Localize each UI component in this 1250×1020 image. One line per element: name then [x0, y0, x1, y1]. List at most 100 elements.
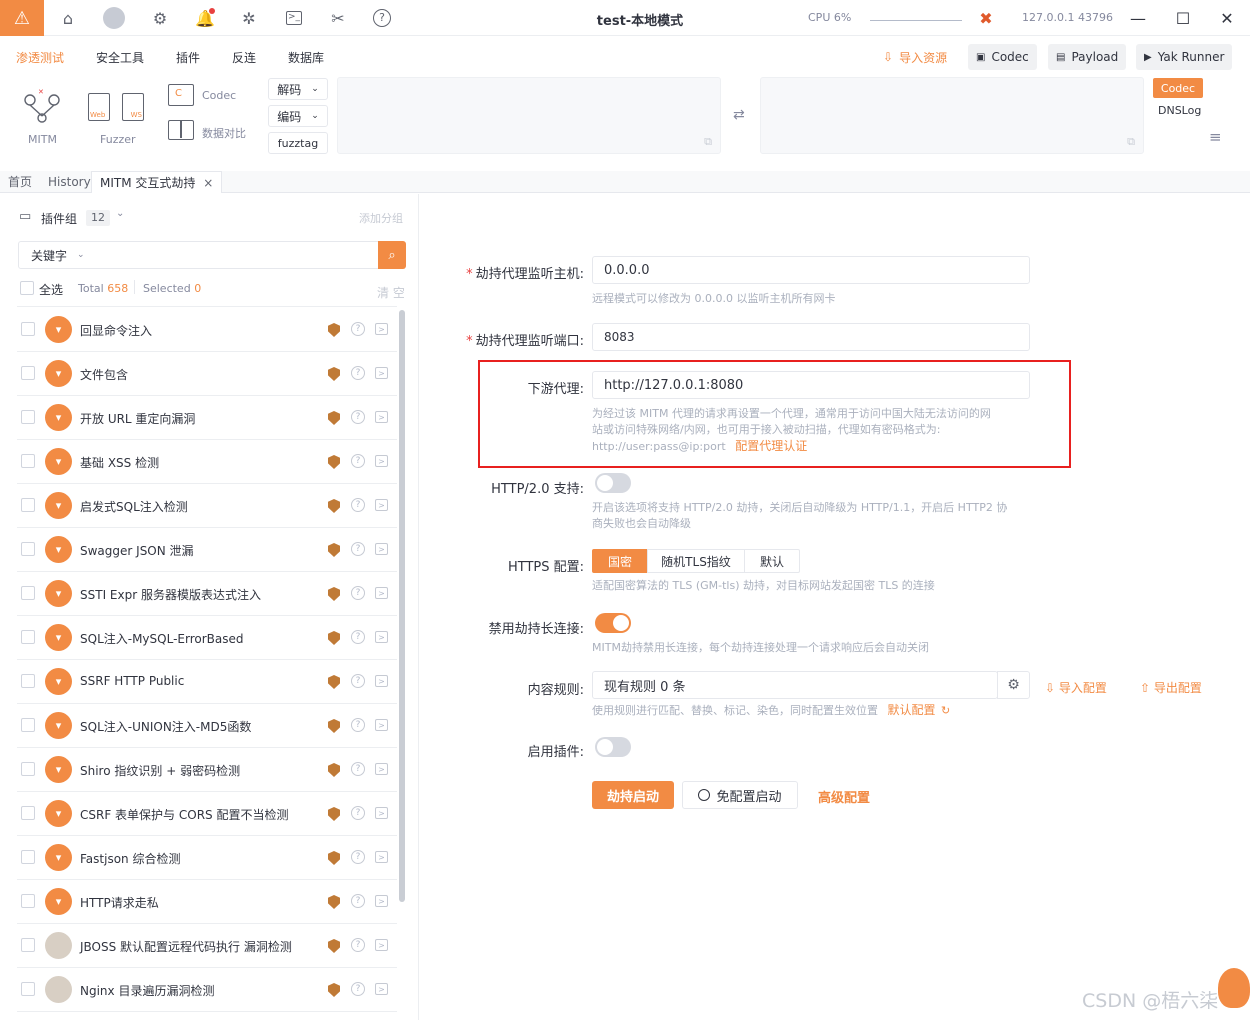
tab-mitm[interactable]: MITM 交互式劫持 × [91, 171, 223, 193]
plugin-help-icon[interactable]: ? [351, 762, 365, 776]
encode-select[interactable]: 编码 ⌄ [268, 105, 328, 127]
content-rules-field[interactable]: 现有规则 0 条 [592, 671, 998, 699]
host-input[interactable]: 0.0.0.0 [592, 256, 1030, 284]
plugin-row[interactable]: ▾ Shiro 指纹识别 + 弱密码检测? > [17, 748, 397, 792]
menu-security-tools[interactable]: 安全工具 [96, 49, 144, 66]
menu-pentest[interactable]: 渗透测试 [16, 49, 64, 66]
keyword-select[interactable]: 关键字 ⌄ [18, 241, 98, 269]
plugin-name[interactable]: CSRF 表单保护与 CORS 配置不当检测 [80, 806, 288, 823]
plugin-help-icon[interactable]: ? [351, 366, 365, 380]
import-config-link[interactable]: ⇩ 导入配置 [1045, 679, 1107, 696]
plugin-checkbox[interactable] [21, 586, 35, 600]
plugin-name[interactable]: 基础 XSS 检测 [80, 454, 159, 471]
clear-link[interactable]: 清 空 [377, 284, 405, 301]
plugin-row[interactable]: JBOSS 默认配置远程代码执行 漏洞检测? > [17, 924, 397, 968]
export-config-link[interactable]: ⇧ 导出配置 [1140, 679, 1202, 696]
swap-icon[interactable]: ⇄ [733, 107, 745, 123]
plugin-help-icon[interactable]: ? [351, 630, 365, 644]
plugin-help-icon[interactable]: ? [351, 894, 365, 908]
plugin-code-icon[interactable]: > [375, 411, 388, 423]
plugin-name[interactable]: 回显命令注入 [80, 322, 152, 339]
minimize-icon[interactable]: — [1125, 6, 1151, 30]
https-option-gm[interactable]: 国密 [592, 549, 648, 573]
close-icon[interactable]: ✕ [1214, 6, 1240, 30]
tools-icon[interactable]: ✂ [326, 6, 350, 30]
plugin-code-icon[interactable]: > [375, 323, 388, 335]
user-avatar-icon[interactable] [102, 6, 126, 30]
bug-icon[interactable]: ✲ [237, 6, 261, 30]
plugin-code-icon[interactable]: > [375, 719, 388, 731]
plugin-row[interactable]: ▾ 启发式SQL注入检测? > [17, 484, 397, 528]
home-icon[interactable]: ⌂ [56, 6, 80, 30]
plugin-name[interactable]: JBOSS 默认配置远程代码执行 漏洞检测 [80, 938, 292, 955]
warning-icon[interactable]: ⚠ [0, 0, 44, 36]
plugin-code-icon[interactable]: > [375, 895, 388, 907]
select-all-checkbox[interactable] [20, 281, 34, 295]
compare-icon[interactable] [168, 120, 194, 140]
plugin-code-icon[interactable]: > [375, 587, 388, 599]
plugin-checkbox[interactable] [21, 542, 35, 556]
plugin-code-icon[interactable]: > [375, 851, 388, 863]
plugin-row[interactable]: ▾ Swagger JSON 泄漏? > [17, 528, 397, 572]
plugin-search-input[interactable] [97, 241, 379, 269]
plugin-name[interactable]: SQL注入-MySQL-ErrorBased [80, 630, 244, 647]
menu-plugins[interactable]: 插件 [176, 49, 200, 66]
proxy-auth-link[interactable]: 配置代理认证 [735, 439, 807, 453]
plugin-help-icon[interactable]: ? [351, 586, 365, 600]
downstream-proxy-input[interactable]: http://127.0.0.1:8080 [592, 371, 1030, 399]
https-option-random-tls[interactable]: 随机TLS指纹 [647, 549, 745, 573]
plugin-help-icon[interactable]: ? [351, 454, 365, 468]
payload-button[interactable]: ▤ Payload [1048, 44, 1127, 70]
plugin-checkbox[interactable] [21, 894, 35, 908]
search-icon[interactable]: ⌕ [378, 241, 406, 269]
plugin-checkbox[interactable] [21, 718, 35, 732]
plugin-checkbox[interactable] [21, 366, 35, 380]
no-config-start-button[interactable]: 免配置启动 [682, 781, 798, 809]
plugin-code-icon[interactable]: > [375, 499, 388, 511]
plugin-help-icon[interactable]: ? [351, 322, 365, 336]
select-all-label[interactable]: 全选 [39, 281, 63, 298]
engine-icon[interactable]: ✖ [974, 6, 998, 30]
disable-keepalive-switch[interactable] [595, 613, 631, 633]
copy-icon[interactable]: ⧉ [1127, 135, 1135, 149]
plugin-help-icon[interactable]: ? [351, 410, 365, 424]
plugin-row[interactable]: ▾ SQL注入-MySQL-ErrorBased? > [17, 616, 397, 660]
mitm-tool[interactable]: ✕ [20, 88, 64, 124]
plugin-help-icon[interactable]: ? [351, 718, 365, 732]
plugin-code-icon[interactable]: > [375, 983, 388, 995]
https-option-default[interactable]: 默认 [744, 549, 800, 573]
plugin-checkbox[interactable] [21, 410, 35, 424]
import-resource-button[interactable]: ⇩ 导入资源 [875, 44, 955, 70]
plugin-help-icon[interactable]: ? [351, 806, 365, 820]
plugin-name[interactable]: 启发式SQL注入检测 [80, 498, 188, 515]
plugin-checkbox[interactable] [21, 938, 35, 952]
gear-icon[interactable]: ⚙ [148, 6, 172, 30]
http2-switch[interactable] [595, 473, 631, 493]
bell-icon[interactable]: 🔔 [193, 6, 217, 30]
plugin-name[interactable]: Swagger JSON 泄漏 [80, 542, 194, 559]
plugin-row[interactable]: ▾ Fastjson 综合检测? > [17, 836, 397, 880]
start-mitm-button[interactable]: 劫持启动 [592, 781, 674, 809]
plugin-code-icon[interactable]: > [375, 543, 388, 555]
enable-plugin-switch[interactable] [595, 737, 631, 757]
plugin-code-icon[interactable]: > [375, 939, 388, 951]
decode-select[interactable]: 解码 ⌄ [268, 78, 328, 100]
plugin-code-icon[interactable]: > [375, 807, 388, 819]
plugin-row[interactable]: ▾ SQL注入-UNION注入-MD5函数? > [17, 704, 397, 748]
scrollbar[interactable] [399, 310, 405, 902]
close-tab-icon[interactable]: × [203, 176, 213, 190]
collapse-icon[interactable]: ≡ [1209, 128, 1222, 146]
chevron-down-icon[interactable]: ⌄ [116, 208, 124, 219]
plugin-code-icon[interactable]: > [375, 763, 388, 775]
plugin-code-icon[interactable]: > [375, 367, 388, 379]
plugin-checkbox[interactable] [21, 850, 35, 864]
menu-database[interactable]: 数据库 [288, 49, 324, 66]
plugin-name[interactable]: 开放 URL 重定向漏洞 [80, 410, 195, 427]
plugin-row[interactable]: ▾ SSTI Expr 服务器模版表达式注入? > [17, 572, 397, 616]
plugin-name[interactable]: Shiro 指纹识别 + 弱密码检测 [80, 762, 240, 779]
input-editor[interactable]: ⧉ [337, 77, 721, 154]
plugin-code-icon[interactable]: > [375, 455, 388, 467]
plugin-checkbox[interactable] [21, 322, 35, 336]
default-config-link[interactable]: 默认配置 [888, 703, 936, 717]
plugin-row[interactable]: ▾ 基础 XSS 检测? > [17, 440, 397, 484]
